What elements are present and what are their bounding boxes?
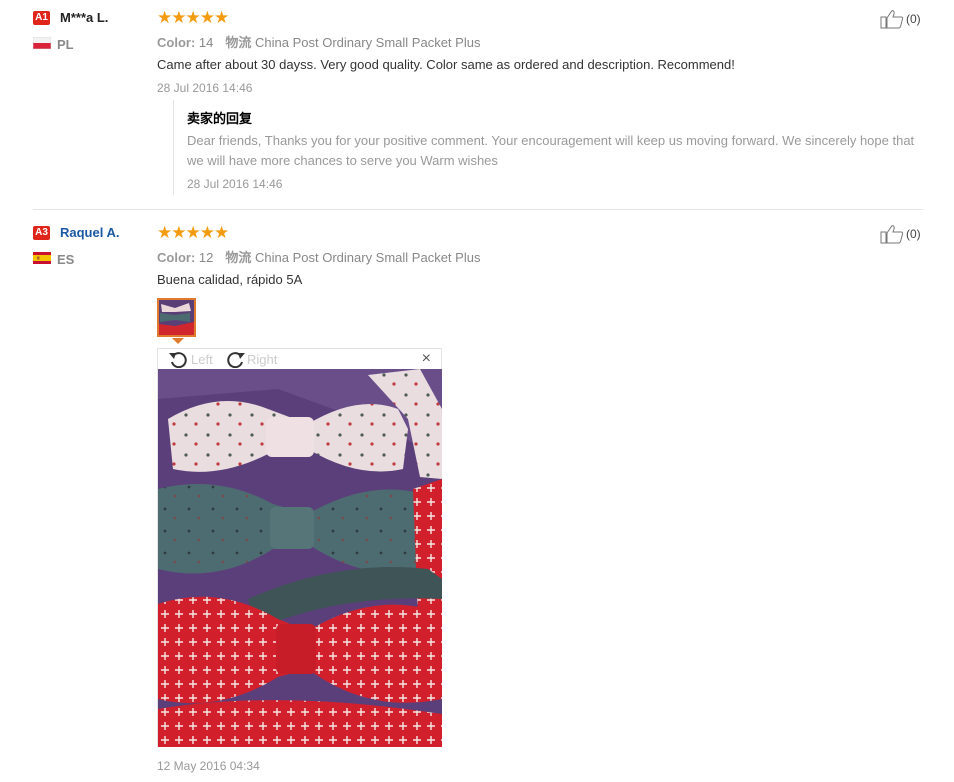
rotate-right-icon [227, 352, 245, 368]
helpful-button[interactable]: (0) [880, 9, 921, 29]
color-value: 12 [198, 250, 214, 265]
seller-reply: 卖家的回复 Dear friends, Thanks you for your … [173, 100, 934, 195]
color-label: Color: [157, 35, 196, 50]
thumbs-up-icon [880, 225, 904, 244]
rotate-right-button[interactable]: Right [224, 350, 277, 368]
shipping-value: China Post Ordinary Small Packet Plus [255, 250, 481, 265]
thumb-pointer [172, 338, 184, 344]
helpful-count: (0) [906, 227, 921, 241]
helpful-button[interactable]: (0) [880, 224, 921, 244]
bow-tie-photo-thumb [159, 300, 194, 335]
photo-viewer-toolbar: Left Right × [158, 349, 441, 369]
buyer-name[interactable]: Raquel A. [60, 225, 119, 240]
review-item: A1 M***a L. PL ★★★★★ Color: 14 物流 China P… [0, 0, 954, 208]
buyer-name: M***a L. [60, 10, 109, 25]
review-text: Came after about 30 dayss. Very good qua… [157, 57, 735, 72]
bow-ties-photo [158, 369, 442, 747]
rotate-left-button[interactable]: Left [168, 350, 213, 368]
feedback-list: A1 M***a L. PL ★★★★★ Color: 14 物流 China P… [0, 0, 954, 782]
flag-pl-icon [33, 37, 51, 49]
rotate-right-label: Right [247, 351, 278, 367]
shipping-value: China Post Ordinary Small Packet Plus [255, 35, 481, 50]
buyer-level-badge: A1 [33, 11, 50, 25]
review-photo-thumbnail[interactable] [157, 298, 196, 337]
review-item: A3 Raquel A. ES ★★★★★ Color: 12 物流 China … [0, 220, 954, 782]
buyer-country: PL [57, 37, 74, 52]
buyer-level-badge: A3 [33, 226, 50, 240]
review-divider [33, 209, 923, 210]
photo-viewer: Left Right × [157, 348, 442, 747]
order-meta: Color: 12 物流 China Post Ordinary Small Pa… [157, 247, 480, 266]
review-date: 28 Jul 2016 14:46 [157, 81, 253, 95]
color-label: Color: [157, 250, 196, 265]
seller-reply-date: 28 Jul 2016 14:46 [187, 177, 283, 191]
rotate-left-icon [169, 352, 187, 368]
shipping-label: 物流 [225, 35, 252, 50]
review-date: 12 May 2016 04:34 [157, 759, 260, 773]
review-text: Buena calidad, rápido 5A [157, 272, 303, 287]
order-meta: Color: 14 物流 China Post Ordinary Small Pa… [157, 32, 480, 51]
close-icon[interactable]: × [422, 350, 431, 368]
rating-stars: ★★★★★ [157, 223, 229, 242]
shipping-label: 物流 [225, 250, 252, 265]
buyer-country: ES [57, 252, 75, 267]
rotate-left-label: Left [191, 351, 213, 367]
rating-stars: ★★★★★ [157, 8, 229, 27]
thumbs-up-icon [880, 10, 904, 29]
seller-reply-title: 卖家的回复 [187, 111, 253, 126]
color-value: 14 [198, 35, 214, 50]
helpful-count: (0) [906, 12, 921, 26]
seller-reply-text: Dear friends, Thanks you for your positi… [187, 133, 915, 168]
flag-es-icon [33, 252, 51, 264]
